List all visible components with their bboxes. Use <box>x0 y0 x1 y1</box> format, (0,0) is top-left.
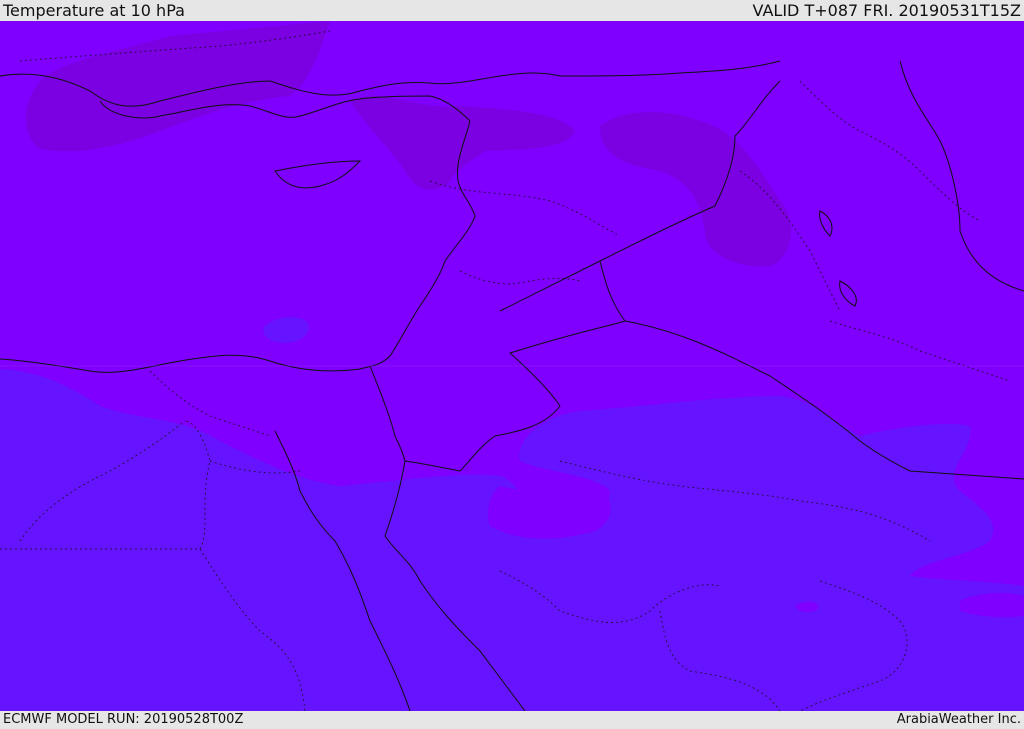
credit-label: ArabiaWeather Inc. <box>896 712 1021 727</box>
footer-bar: ECMWF MODEL RUN: 20190528T00Z ArabiaWeat… <box>0 711 1024 729</box>
header-bar: Temperature at 10 hPa VALID T+087 FRI. 2… <box>0 0 1024 21</box>
model-run-label: ECMWF MODEL RUN: 20190528T00Z <box>3 712 244 727</box>
temperature-map <box>0 21 1024 711</box>
weather-map-frame: Temperature at 10 hPa VALID T+087 FRI. 2… <box>0 0 1024 729</box>
valid-time-label: VALID T+087 FRI. 20190531T15Z <box>752 1 1021 20</box>
map-title: Temperature at 10 hPa <box>3 1 185 20</box>
warm-inlet-south <box>488 486 611 539</box>
